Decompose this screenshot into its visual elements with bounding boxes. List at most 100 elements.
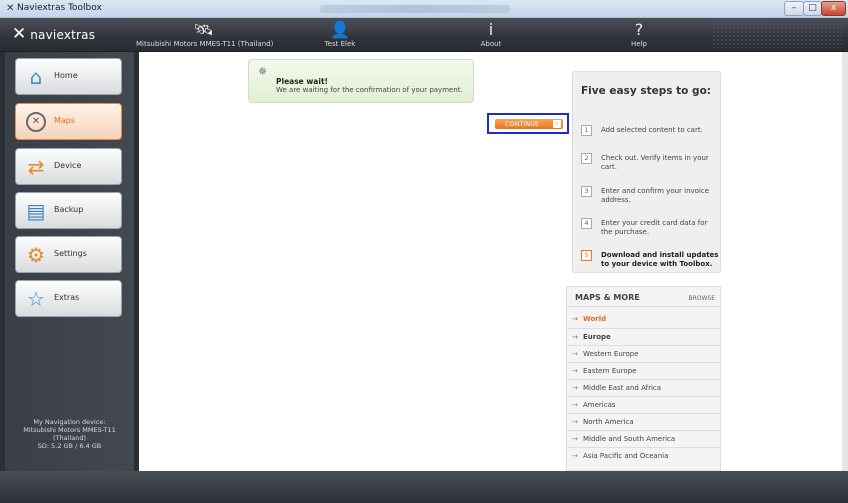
app-frame: ✕ naviextras 🛰 Mitsubishi Motors MMES-T1… (0, 18, 848, 503)
maps-more-header: MAPS & MORE BROWSE (567, 287, 720, 307)
sidebar-item-label: Maps (54, 116, 76, 125)
continue-label: CONTINUE (505, 120, 540, 128)
map-region-eastern-europe[interactable]: → Eastern Europe (567, 362, 720, 379)
logo-text: naviextras (30, 27, 96, 42)
map-region-label: Europe (583, 333, 611, 341)
continue-highlight: CONTINUE › (487, 113, 569, 134)
map-region-label: Middle and South America (583, 435, 676, 443)
device-info: My Navigation device: Mitsubishi Motors … (5, 418, 134, 450)
continue-button[interactable]: CONTINUE › (495, 119, 563, 129)
map-region-label: Americas (583, 401, 616, 409)
gears-icon: ⚙ (27, 243, 45, 267)
naviextras-x-icon: ✕ (6, 3, 15, 14)
topnav-help-label: Help (631, 40, 647, 48)
sidebar-item-extras[interactable]: ☆ Extras (15, 280, 122, 317)
decorative-dot-pattern (712, 22, 842, 48)
map-region-label: Western Europe (583, 350, 639, 358)
topnav-device[interactable]: 🛰 Mitsubishi Motors MMES-T11 (Thailand) (136, 18, 274, 52)
vertical-scrollbar[interactable] (842, 52, 848, 471)
step-text: Add selected content to cart. (601, 126, 703, 134)
main-content: ✵ Please wait! We are waiting for the co… (139, 52, 842, 471)
sidebar-item-label: Settings (54, 249, 87, 258)
compass-icon: ✕ (26, 112, 46, 132)
map-region-north-america[interactable]: → North America (567, 413, 720, 430)
sidebar-item-device[interactable]: ⇄ Device (15, 148, 122, 185)
window-titlebar: ✕ Naviextras Toolbox – □ x (0, 0, 848, 18)
arrow-right-icon: › (553, 120, 561, 128)
window-title: Naviextras Toolbox (17, 3, 102, 13)
user-icon: 👤 (330, 20, 350, 39)
sidebar-item-label: Backup (54, 205, 84, 214)
sidebar-item-label: Home (54, 71, 78, 80)
arrow-right-icon: → (572, 418, 578, 426)
sidebar-item-home[interactable]: ⌂ Home (15, 58, 122, 95)
device-info-model: Mitsubishi Motors MMES-T11 (23, 426, 116, 434)
minimize-button[interactable]: – (784, 1, 804, 16)
browse-link[interactable]: BROWSE (688, 295, 715, 302)
step-text: Enter and confirm your invoice address. (601, 187, 710, 204)
topnav-device-label: Mitsubishi Motors MMES-T11 (Thailand) (136, 40, 274, 48)
device-info-region: (Thailand) (53, 434, 86, 442)
sidebar: ⌂ Home ✕ Maps ⇄ Device ▤ Backup ⚙ Settin… (5, 52, 134, 471)
arrow-right-icon: → (572, 333, 578, 341)
map-region-world[interactable]: → World (567, 311, 720, 328)
close-button[interactable]: x (821, 1, 846, 16)
steps-panel: Five easy steps to go: 1 Add selected co… (572, 71, 721, 273)
sidebar-item-backup[interactable]: ▤ Backup (15, 192, 122, 229)
step-number: 1 (581, 125, 592, 136)
device-sync-icon: ⇄ (27, 155, 45, 179)
arrow-right-icon: → (572, 367, 578, 375)
payment-wait-notice: ✵ Please wait! We are waiting for the co… (248, 59, 474, 103)
map-region-europe[interactable]: → Europe (567, 328, 720, 345)
topnav-help[interactable]: ? Help (624, 18, 654, 52)
info-icon: i (488, 20, 494, 39)
star-icon: ☆ (27, 287, 45, 311)
step-text: Enter your credit card data for the purc… (601, 219, 708, 236)
sidebar-item-maps[interactable]: ✕ Maps (15, 103, 122, 140)
topnav-user[interactable]: 👤 Test Elek (320, 18, 360, 52)
map-region-middle-east-africa[interactable]: → Middle East and Africa (567, 379, 720, 396)
arrow-right-icon: → (572, 350, 578, 358)
map-region-label: World (583, 315, 607, 323)
blurred-title-text (320, 5, 510, 13)
step-number: 3 (581, 186, 592, 197)
wait-message: We are waiting for the confirmation of y… (276, 86, 463, 94)
step-text: Download and install updates to your dev… (601, 251, 719, 268)
maps-more-panel: MAPS & MORE BROWSE → World → Europe → We… (566, 286, 721, 471)
maps-more-title: MAPS & MORE (575, 293, 640, 302)
sidebar-item-label: Device (54, 161, 82, 170)
device-info-heading: My Navigation device: (33, 418, 106, 426)
logo-x-icon: ✕ (12, 24, 27, 44)
satellite-icon: 🛰 (193, 20, 214, 39)
map-region-americas[interactable]: → Americas (567, 396, 720, 413)
step-number: 5 (581, 250, 592, 261)
top-bar: ✕ naviextras 🛰 Mitsubishi Motors MMES-T1… (0, 18, 848, 52)
wait-title: Please wait! (276, 77, 328, 86)
sidebar-item-settings[interactable]: ⚙ Settings (15, 236, 122, 273)
map-region-label: North America (583, 418, 634, 426)
backup-icon: ▤ (26, 199, 46, 223)
home-icon: ⌂ (29, 65, 43, 89)
steps-title: Five easy steps to go: (581, 85, 711, 97)
arrow-right-icon: → (572, 401, 578, 409)
topnav-about[interactable]: i About (476, 18, 506, 52)
arrow-right-icon: → (572, 435, 578, 443)
map-region-western-europe[interactable]: → Western Europe (567, 345, 720, 362)
map-region-asia-pacific-oceania[interactable]: → Asia Pacific and Oceania (567, 447, 720, 464)
bottom-bar (0, 471, 848, 503)
map-region-label: Middle East and Africa (583, 384, 662, 392)
device-info-storage: SD: 5.2 GB / 6.4 GB (37, 442, 102, 450)
step-number: 4 (581, 218, 592, 229)
topnav-about-label: About (480, 40, 502, 48)
map-region-middle-south-america[interactable]: → Middle and South America (567, 430, 720, 447)
maximize-button[interactable]: □ (803, 1, 822, 16)
loading-spinner-icon: ✵ (258, 65, 268, 78)
map-region-label: Eastern Europe (583, 367, 637, 375)
arrow-right-icon: → (572, 384, 578, 392)
step-number: 2 (581, 153, 592, 164)
sidebar-item-label: Extras (54, 293, 80, 302)
map-region-label: Asia Pacific and Oceania (583, 452, 669, 460)
step-text: Check out. Verify items in your cart. (601, 154, 709, 171)
help-icon: ? (634, 20, 644, 39)
naviextras-logo[interactable]: ✕ naviextras (12, 24, 96, 44)
